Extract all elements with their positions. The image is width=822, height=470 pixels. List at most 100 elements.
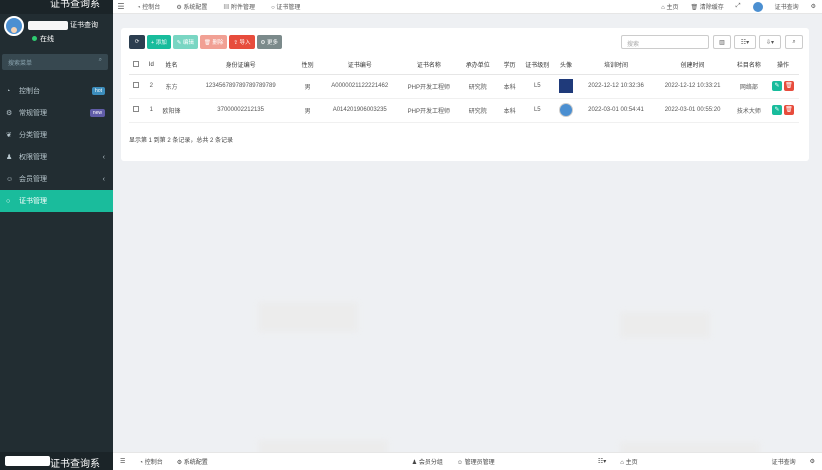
settings-gear-icon[interactable]: ⚙ (805, 3, 822, 10)
cell-train-time: 2022-03-01 00:54:41 (577, 98, 655, 123)
user-panel: 证书查询 在线 (0, 14, 113, 52)
cell-level: L5 (520, 98, 555, 123)
cell-cert-no: A0000021122221462 (318, 74, 402, 99)
table-row[interactable]: 2 东方 123456789789789789789 男 A0000021122… (129, 74, 799, 99)
row-delete-icon[interactable]: 🗑 (783, 81, 794, 91)
row-edit-icon[interactable]: ✎ (771, 81, 782, 91)
row-checkbox[interactable] (129, 98, 144, 123)
select-all-checkbox[interactable] (129, 56, 144, 75)
sidebar-item-general[interactable]: ⚙ 常规管理 new (0, 102, 113, 124)
tab-certificate[interactable]: ○ 证书管理 (263, 2, 308, 11)
blurred-area (620, 312, 710, 338)
bottom-navbar: ☰ ◔ 控制台 ⚙ 系统配置 ♟ 会员分组 ☺ 管理员管理 ☷▾ ⌂ 主页 证书… (113, 452, 822, 470)
sidebar-item-member[interactable]: ☺ 会员管理 ‹ (0, 168, 113, 190)
refresh-button[interactable]: ⟳ (129, 35, 145, 49)
pagination-info: 显示第 1 到第 2 条记录，总共 2 条记录 (129, 138, 234, 144)
chevron-left-icon: ‹ (102, 153, 105, 161)
col-cert-name[interactable]: 证书名称 (401, 56, 457, 75)
menu-toggle-icon[interactable]: ☰ (113, 458, 132, 465)
col-id[interactable]: Id (143, 56, 159, 75)
sidebar-item-dashboard[interactable]: ◔ 控制台 hot (0, 80, 113, 102)
col-column[interactable]: 栏目名称 (730, 56, 767, 75)
col-gender[interactable]: 性别 (296, 56, 319, 75)
menu-toggle-icon[interactable]: ☰ (113, 2, 129, 11)
cell-name: 东方 (158, 74, 185, 99)
col-photo[interactable]: 头像 (554, 56, 578, 75)
toolbar: ⟳ + 添加 ✎ 编辑 🗑 删除 ⇪ 导入 ⚙ 更多 (129, 35, 283, 49)
col-org[interactable]: 承办单位 (456, 56, 500, 75)
col-level[interactable]: 证书级别 (520, 56, 555, 75)
cell-column: 网络部 (730, 74, 767, 99)
sidebar-logo: 证书查询系 (0, 0, 113, 14)
col-create-time[interactable]: 创建时间 (654, 56, 731, 75)
toggle-view-icon[interactable]: ▥ (713, 35, 731, 49)
tab-dashboard[interactable]: ◔ 控制台 (132, 457, 169, 466)
avatar[interactable] (4, 16, 24, 36)
columns-icon[interactable]: ☷▾ (734, 35, 756, 49)
cell-column: 技术大师 (730, 98, 767, 123)
cell-cert-no: A014201906003235 (318, 98, 402, 123)
user-menu[interactable] (747, 1, 769, 12)
sidebar-item-category[interactable]: ❦ 分类管理 (0, 124, 113, 146)
sidebar-item-certificate[interactable]: ○ 证书管理 (0, 190, 113, 212)
sidebar-bottom-logo: 证书查询系 (0, 452, 113, 470)
home-link[interactable]: ⌂ 主页 (613, 457, 644, 466)
cell-idcard: 123456789789789789789 (184, 74, 297, 99)
search-icon: ⌕ (98, 57, 102, 63)
tab-config[interactable]: ⚙ 系统配置 (170, 457, 215, 466)
cell-level: L5 (520, 74, 555, 99)
dashboard-icon: ◔ (6, 87, 11, 95)
settings-gear-icon[interactable]: ⚙ (803, 458, 822, 465)
new-badge: new (89, 109, 105, 117)
tab-config[interactable]: ⚙ 系统配置 (168, 2, 215, 11)
table-row[interactable]: 1 欧阳锋 37000002212135 男 A014201906003235 … (129, 98, 799, 123)
cell-id: 1 (143, 98, 159, 123)
row-checkbox[interactable] (129, 74, 144, 99)
circle-icon: ○ (6, 197, 11, 205)
tab-member-group[interactable]: ♟ 会员分组 (405, 457, 450, 466)
photo-thumbnail[interactable] (559, 79, 573, 93)
certificate-table: Id 姓名 身份证编号 性别 证书编号 证书名称 承办单位 学历 证书级别 头像… (129, 56, 799, 123)
sidebar-item-auth[interactable]: ♟ 权限管理 ‹ (0, 146, 113, 168)
table-search-input[interactable]: 搜索 (621, 35, 709, 49)
list-icon[interactable]: ☷▾ (591, 458, 613, 465)
tab-dashboard[interactable]: ◔ 控制台 (129, 2, 168, 11)
add-button[interactable]: + 添加 (147, 35, 171, 49)
cell-photo[interactable] (554, 98, 578, 123)
cell-actions: ✎ 🗑 (766, 74, 799, 99)
edit-button[interactable]: ✎ 编辑 (172, 35, 198, 49)
cell-photo[interactable] (554, 74, 578, 99)
col-edu[interactable]: 学历 (499, 56, 521, 75)
more-button[interactable]: ⚙ 更多 (256, 35, 283, 49)
site-link[interactable]: 证书查询 (765, 457, 803, 466)
row-edit-icon[interactable]: ✎ (771, 105, 782, 115)
photo-thumbnail[interactable] (559, 103, 573, 117)
sidebar-search-input[interactable]: 搜索菜单 ⌕ (2, 54, 108, 70)
import-button[interactable]: ⇪ 导入 (229, 35, 255, 49)
tab-admin[interactable]: ☺ 管理员管理 (450, 457, 502, 466)
col-idcard[interactable]: 身份证编号 (184, 56, 297, 75)
export-icon[interactable]: ⇩▾ (759, 35, 781, 49)
user-status: 在线 (32, 34, 54, 44)
hot-badge: hot (92, 87, 105, 95)
tab-attachment[interactable]: ▤ 附件管理 (215, 2, 263, 11)
sidebar: 证书查询系 证书查询 在线 搜索菜单 ⌕ ◔ 控制台 hot ⚙ 常规管理 ne… (0, 0, 113, 470)
leaf-icon: ❦ (6, 132, 12, 139)
col-name[interactable]: 姓名 (158, 56, 185, 75)
site-link[interactable]: 证书查询 (769, 2, 805, 11)
top-navbar: ☰ ◔ 控制台 ⚙ 系统配置 ▤ 附件管理 ○ 证书管理 ⌂ 主页 🗑 清除缓存… (113, 0, 822, 14)
chevron-left-icon: ‹ (102, 175, 105, 183)
fullscreen-icon[interactable]: ⤢ (730, 3, 747, 10)
col-cert-no[interactable]: 证书编号 (318, 56, 402, 75)
search-toggle-icon[interactable]: ⌕ (785, 35, 803, 49)
clear-cache-button[interactable]: 🗑 清除缓存 (684, 2, 729, 11)
cell-name: 欧阳锋 (158, 98, 185, 123)
sidebar-menu: ◔ 控制台 hot ⚙ 常规管理 new ❦ 分类管理 ♟ 权限管理 ‹ ☺ 会… (0, 80, 113, 212)
user-name: 证书查询 (28, 20, 98, 30)
delete-button[interactable]: 🗑 删除 (199, 35, 228, 49)
blurred-area (258, 302, 358, 332)
home-link[interactable]: ⌂ 主页 (655, 2, 684, 11)
col-train-time[interactable]: 培训时间 (577, 56, 655, 75)
row-delete-icon[interactable]: 🗑 (783, 105, 794, 115)
group-icon: ♟ (6, 154, 13, 161)
